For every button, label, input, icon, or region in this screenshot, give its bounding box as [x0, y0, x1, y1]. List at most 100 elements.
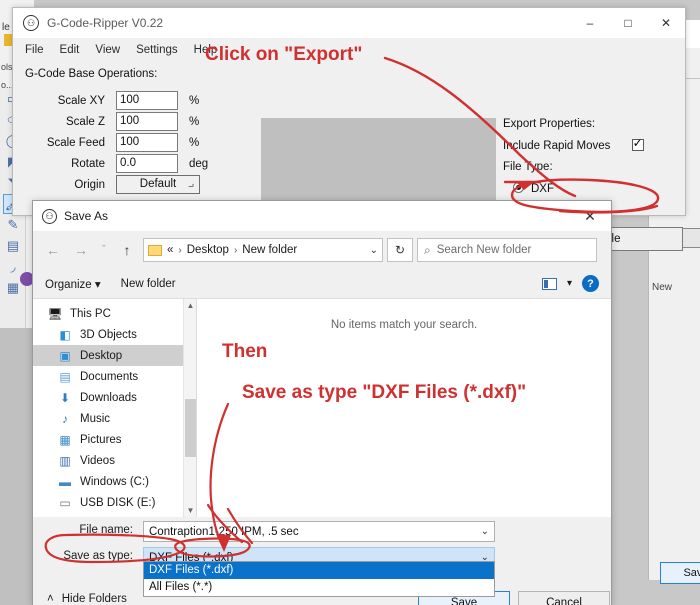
view-dropdown-icon[interactable]: ▾: [567, 278, 572, 289]
save-as-content: 🖥 This PC ◧ 3D Objects ▣ Desktop ▤ Docum…: [33, 299, 611, 517]
refresh-button[interactable]: ↻: [387, 238, 413, 262]
include-rapid-moves-checkbox[interactable]: [631, 136, 644, 151]
tree-label-documents: Documents: [80, 370, 139, 383]
tree-item-documents[interactable]: ▤ Documents: [33, 366, 183, 387]
menu-settings[interactable]: Settings: [136, 44, 178, 56]
pencil-tool-icon[interactable]: ✎: [3, 215, 23, 235]
save-as-type-dropdown-list[interactable]: DXF Files (*.dxf) All Files (*.*): [143, 561, 495, 597]
menu-file[interactable]: File: [25, 44, 44, 56]
save-as-titlebar[interactable]: ⚇ Save As ✕: [33, 201, 611, 231]
navigation-pane-scrollbar[interactable]: ▲ ▼: [183, 299, 197, 517]
minimize-button[interactable]: –: [571, 8, 609, 38]
tree-item-downloads[interactable]: ⬇ Downloads: [33, 387, 183, 408]
annotation-then: Then: [222, 341, 268, 362]
input-rotate[interactable]: 0.0: [116, 154, 178, 173]
organize-menu[interactable]: Organize ▾: [45, 277, 101, 291]
breadcrumb-new-folder[interactable]: New folder: [242, 244, 297, 256]
annotation-save-as-type: Save as type "DXF Files (*.dxf)": [242, 382, 527, 403]
tree-label-this-pc: This PC: [70, 307, 111, 320]
close-button[interactable]: ✕: [647, 8, 685, 38]
back-button[interactable]: ←: [41, 238, 65, 262]
computer-icon: 🖥: [47, 306, 63, 321]
background-new-folder-text: New: [652, 282, 673, 293]
input-scale-xy[interactable]: 100: [116, 91, 178, 110]
search-icon: ⌕: [424, 242, 431, 257]
gcode-ripper-window: ⚇ G-Code-Ripper V0.22 – □ ✕ File Edit Vi…: [12, 7, 686, 251]
scrollbar-thumb[interactable]: [185, 399, 196, 457]
row-scale-xy: Scale XY 100 %: [13, 91, 243, 113]
window-controls[interactable]: – □ ✕: [571, 8, 685, 38]
view-layout-icon[interactable]: [541, 277, 557, 290]
tree-item-usb-disk-e[interactable]: ▭ USB DISK (E:): [33, 492, 183, 513]
row-origin: Origin Default: [13, 175, 243, 197]
dropdown-option-dxf[interactable]: DXF Files (*.dxf): [144, 562, 494, 579]
menu-view[interactable]: View: [95, 44, 120, 56]
gcode-ripper-app-icon: ⚇: [23, 15, 39, 31]
save-as-app-icon: ⚇: [42, 208, 57, 224]
tree-item-desktop[interactable]: ▣ Desktop: [33, 345, 183, 366]
screenshot-root: le ols: o... ▭ ⬭ ◯ ◤ ◥ 🖌 ✎ ▤ ◞ ▦ nal Ex …: [0, 0, 700, 605]
new-folder-button[interactable]: New folder: [121, 278, 176, 290]
save-as-fields: File name: Contraption1-250 IPM, .5 sec …: [33, 517, 611, 597]
hide-folders-button[interactable]: ˄ Hide Folders: [47, 593, 127, 605]
gcode-ripper-titlebar[interactable]: ⚇ G-Code-Ripper V0.22 – □ ✕: [13, 8, 685, 38]
breadcrumb-desktop[interactable]: Desktop: [187, 244, 229, 256]
save-as-type-label: Save as type:: [63, 550, 133, 562]
organize-label: Organize: [45, 278, 92, 291]
file-type-option-dxf[interactable]: DXF: [513, 182, 683, 195]
unit-scale-feed: %: [189, 137, 200, 149]
tree-label-pictures: Pictures: [80, 433, 122, 446]
input-scale-z[interactable]: 100: [116, 112, 178, 131]
documents-icon: ▤: [59, 369, 71, 384]
file-type-dxf-label: DXF: [531, 183, 554, 195]
maximize-button[interactable]: □: [609, 8, 647, 38]
recent-locations-button[interactable]: ˇ: [97, 238, 111, 262]
dropdown-option-all-files[interactable]: All Files (*.*): [144, 579, 494, 596]
hide-folders-chevron-up-icon: ˄: [47, 593, 54, 605]
file-list-pane[interactable]: No items match your search.: [196, 299, 611, 517]
search-placeholder: Search New folder: [436, 244, 532, 256]
caret-down-icon: ▾: [94, 278, 101, 291]
file-name-value: Contraption1-250 IPM, .5 sec: [149, 525, 299, 538]
curve-tool-icon[interactable]: ◞: [3, 257, 23, 277]
search-input[interactable]: ⌕ Search New folder: [417, 238, 597, 262]
stamp-tool-icon[interactable]: ▤: [3, 236, 23, 256]
tree-item-pictures[interactable]: ▦ Pictures: [33, 429, 183, 450]
include-rapid-moves-row[interactable]: Include Rapid Moves: [503, 136, 683, 152]
annotation-click-on-export: Click on "Export": [205, 44, 363, 65]
up-button[interactable]: ↑: [115, 238, 139, 262]
help-icon[interactable]: ?: [582, 275, 599, 292]
tree-item-this-pc[interactable]: 🖥 This PC: [33, 303, 183, 324]
file-name-input[interactable]: Contraption1-250 IPM, .5 sec ⌄: [143, 521, 495, 542]
menu-edit[interactable]: Edit: [60, 44, 80, 56]
row-rotate: Rotate 0.0 deg: [13, 154, 243, 176]
forward-button[interactable]: →: [69, 238, 93, 262]
3d-objects-icon: ◧: [59, 327, 71, 342]
folder-icon: [148, 244, 162, 256]
background-app-canvas: [0, 328, 34, 605]
cancel-button[interactable]: Cancel: [518, 591, 610, 605]
music-icon: ♪: [62, 411, 68, 426]
chevron-down-icon[interactable]: ⌄: [370, 245, 378, 256]
label-scale-feed: Scale Feed: [46, 137, 105, 149]
base-operations-title: G-Code Base Operations:: [25, 68, 158, 80]
input-scale-feed[interactable]: 100: [116, 133, 178, 152]
radio-dxf-icon[interactable]: [513, 182, 524, 193]
file-name-chevron-down-icon[interactable]: ⌄: [481, 526, 489, 537]
label-origin: Origin: [74, 179, 105, 191]
hide-folders-label: Hide Folders: [61, 593, 127, 605]
address-bar-breadcrumb[interactable]: « › Desktop › New folder ⌄: [143, 238, 383, 262]
toolbar-right-group: ▾ ?: [541, 275, 599, 292]
background-app-menu-label[interactable]: le: [0, 22, 10, 33]
save-as-close-icon[interactable]: ✕: [569, 201, 611, 231]
file-type-label: File Type:: [503, 161, 553, 173]
save-as-toolbar: Organize ▾ New folder ▾ ?: [33, 269, 611, 299]
background-save-button[interactable]: Save: [660, 562, 700, 584]
tree-item-3d-objects[interactable]: ◧ 3D Objects: [33, 324, 183, 345]
origin-option-menu[interactable]: Default: [116, 175, 200, 194]
tree-item-windows-c[interactable]: ▬ Windows (C:): [33, 471, 183, 492]
navigation-pane[interactable]: 🖥 This PC ◧ 3D Objects ▣ Desktop ▤ Docum…: [33, 299, 183, 517]
tree-item-music[interactable]: ♪ Music: [33, 408, 183, 429]
tree-item-videos[interactable]: ▥ Videos: [33, 450, 183, 471]
tree-label-music: Music: [80, 412, 111, 425]
